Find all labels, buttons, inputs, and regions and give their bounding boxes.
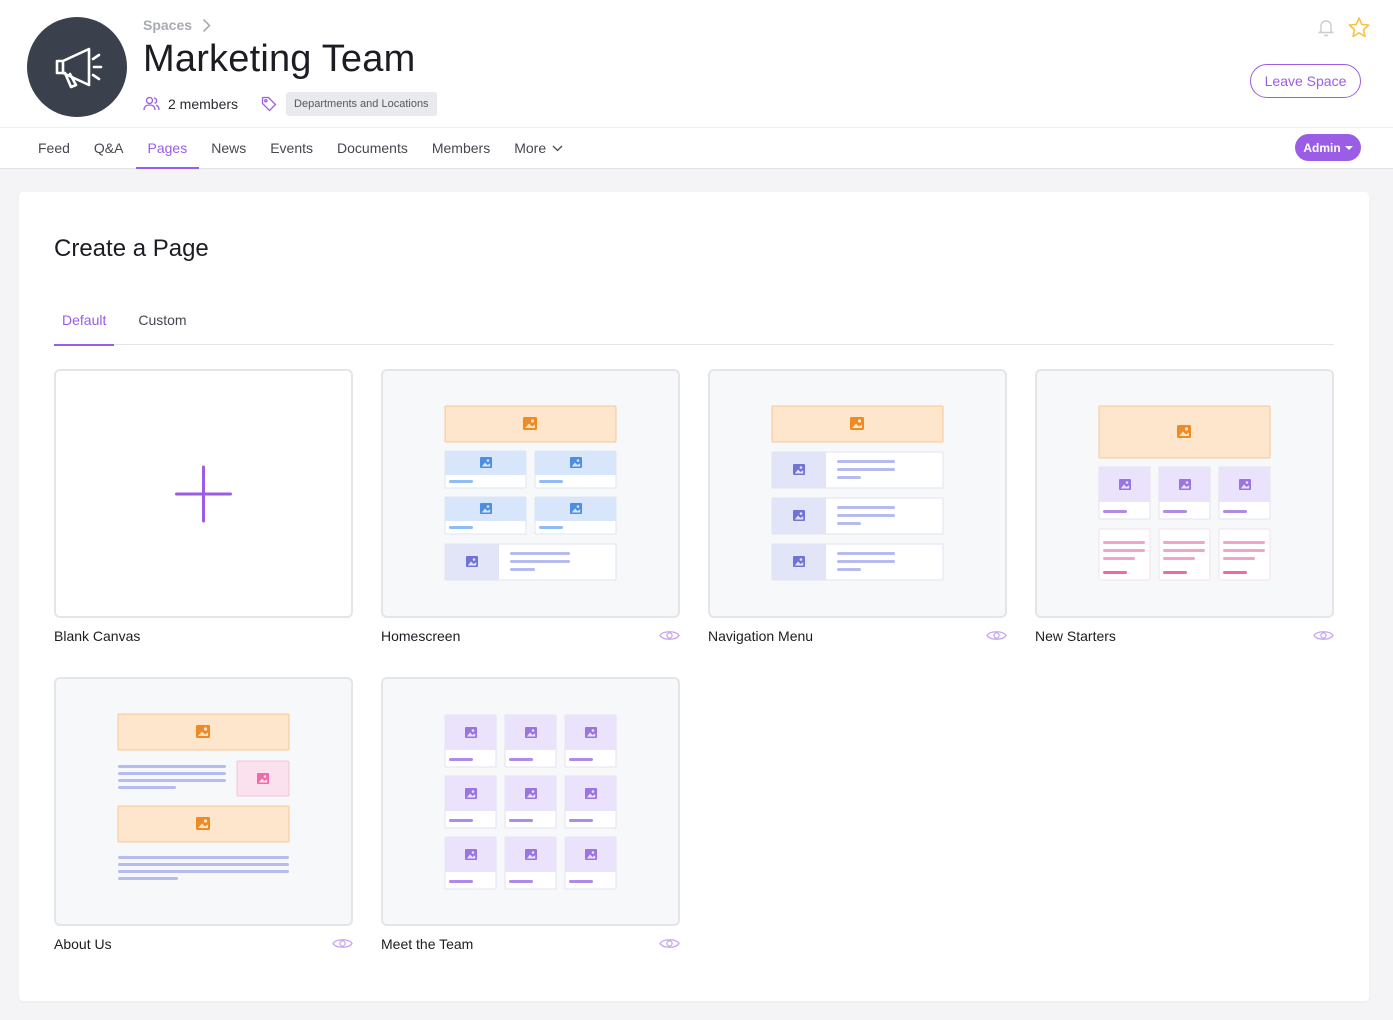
section-heading: Create a Page xyxy=(54,235,209,262)
template-new-starters: New Starters xyxy=(1035,369,1334,644)
meet-the-team-preview xyxy=(444,714,617,890)
template-tabs: Default Custom xyxy=(54,295,1334,346)
template-about-us: About Us xyxy=(54,677,353,952)
plus-icon xyxy=(175,465,232,523)
tab-events[interactable]: Events xyxy=(258,128,325,168)
template-label: New Starters xyxy=(1035,628,1116,644)
preview-eye-icon[interactable] xyxy=(659,937,680,950)
category-tag[interactable]: Departments and Locations xyxy=(286,91,437,116)
tab-documents[interactable]: Documents xyxy=(325,128,420,168)
members-link[interactable]: 2 members xyxy=(143,96,238,112)
leave-space-button[interactable]: Leave Space xyxy=(1250,64,1361,98)
template-preview[interactable] xyxy=(54,677,353,926)
tab-more[interactable]: More xyxy=(502,128,575,168)
header-actions xyxy=(1317,16,1371,39)
tab-pages[interactable]: Pages xyxy=(135,128,200,169)
team-card xyxy=(444,836,497,890)
new-starters-preview xyxy=(1098,405,1271,581)
template-meet-the-team: Meet the Team xyxy=(381,677,680,952)
team-card xyxy=(564,714,617,768)
tab-qa[interactable]: Q&A xyxy=(82,128,136,168)
breadcrumb-spaces[interactable]: Spaces xyxy=(143,17,192,33)
template-preview[interactable] xyxy=(1035,369,1334,618)
template-label: Meet the Team xyxy=(381,936,474,952)
homescreen-preview xyxy=(444,405,617,581)
template-label: About Us xyxy=(54,936,112,952)
about-us-preview xyxy=(117,713,290,880)
tab-custom[interactable]: Custom xyxy=(130,295,194,345)
navigation-preview xyxy=(771,405,944,581)
preview-eye-icon[interactable] xyxy=(986,629,1007,642)
create-page-panel: Create a Page Default Custom Blank Canva… xyxy=(19,192,1369,1001)
template-preview[interactable] xyxy=(708,369,1007,618)
template-preview[interactable] xyxy=(54,369,353,618)
preview-eye-icon[interactable] xyxy=(659,629,680,642)
team-card xyxy=(504,714,557,768)
megaphone-icon[interactable] xyxy=(27,17,127,117)
space-nav: Feed Q&A Pages News Events Documents Mem… xyxy=(26,128,575,169)
team-card xyxy=(564,836,617,890)
team-card xyxy=(564,775,617,829)
team-card xyxy=(504,775,557,829)
preview-eye-icon[interactable] xyxy=(1313,629,1334,642)
template-label: Homescreen xyxy=(381,628,461,644)
page-title: Marketing Team xyxy=(143,38,416,80)
team-card xyxy=(444,775,497,829)
template-label: Blank Canvas xyxy=(54,628,141,644)
users-icon xyxy=(143,96,160,111)
template-blank-canvas: Blank Canvas xyxy=(54,369,353,644)
admin-dropdown-button[interactable]: Admin xyxy=(1295,134,1361,161)
tag-icon xyxy=(261,96,277,112)
space-header: Spaces Marketing Team 2 members Departme… xyxy=(0,0,1393,169)
template-preview[interactable] xyxy=(381,369,680,618)
template-preview[interactable] xyxy=(381,677,680,926)
chevron-right-icon xyxy=(202,18,211,32)
tab-default[interactable]: Default xyxy=(54,295,115,346)
caret-down-icon xyxy=(1344,145,1353,150)
members-count: 2 members xyxy=(168,95,239,112)
template-label: Navigation Menu xyxy=(708,628,814,644)
team-card xyxy=(504,836,557,890)
preview-eye-icon[interactable] xyxy=(332,937,353,950)
star-icon[interactable] xyxy=(1347,16,1371,39)
space-meta: 2 members Departments and Locations xyxy=(143,91,437,116)
tab-feed[interactable]: Feed xyxy=(26,128,82,168)
bell-icon[interactable] xyxy=(1317,18,1335,37)
template-homescreen: Homescreen xyxy=(381,369,680,644)
tab-news[interactable]: News xyxy=(199,128,258,168)
team-card xyxy=(444,714,497,768)
chevron-down-icon xyxy=(552,145,563,151)
tab-members[interactable]: Members xyxy=(420,128,502,168)
breadcrumb[interactable]: Spaces xyxy=(143,17,211,33)
template-navigation-menu: Navigation Menu xyxy=(708,369,1007,644)
